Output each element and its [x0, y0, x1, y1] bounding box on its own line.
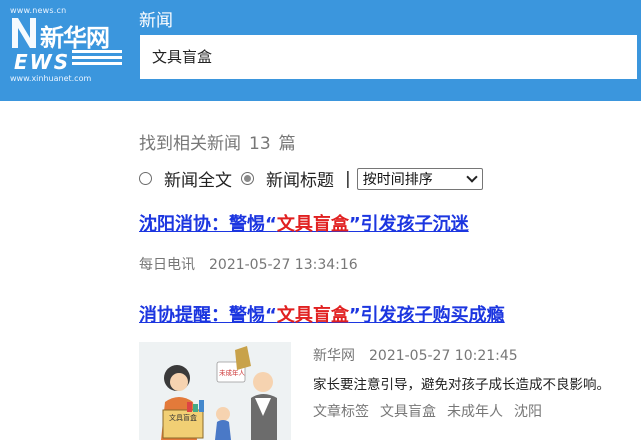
result-tags: 文章标签 文具盲盒 未成年人 沈阳	[313, 401, 610, 421]
result-date: 2021-05-27 10:21:45	[369, 348, 518, 364]
title-text: ”引发孩子购买成瘾	[348, 305, 505, 326]
filter-separator: |	[345, 168, 351, 189]
site-header: www.news.cn 新华网 EWS www.xinhuanet.com 新闻…	[0, 0, 641, 101]
logo-n-mark-icon	[12, 18, 36, 48]
logo-ews: EWS	[14, 50, 71, 74]
result-meta: 每日电讯 2021-05-27 13:34:16	[139, 254, 358, 274]
summary-suffix: 篇	[278, 134, 296, 154]
tag-link[interactable]: 文具盲盒	[380, 404, 436, 420]
logo-url-top: www.news.cn	[10, 6, 67, 15]
search-filters: 新闻全文 新闻标题 | 按时间排序	[139, 166, 483, 191]
logo-stripes-icon	[72, 50, 122, 65]
title-highlight: 文具盲盒	[276, 214, 349, 235]
result-source: 新华网	[313, 348, 355, 364]
search-input[interactable]: 文具盲盒	[140, 35, 637, 79]
radio-title[interactable]	[241, 172, 254, 185]
tag-link[interactable]: 沈阳	[514, 404, 542, 420]
summary-prefix: 找到相关新闻	[139, 134, 241, 154]
channel-title[interactable]: 新闻	[139, 6, 173, 31]
result-date: 2021-05-27 13:34:16	[209, 257, 358, 273]
xinhua-logo[interactable]: www.news.cn 新华网 EWS www.xinhuanet.com	[6, 6, 124, 88]
title-highlight: 文具盲盒	[276, 305, 349, 326]
logo-url-bottom: www.xinhuanet.com	[10, 74, 92, 83]
radio-fulltext-label[interactable]: 新闻全文	[164, 166, 232, 191]
cartoon-illustration: 文具盲盒 未成年人	[139, 342, 291, 440]
radio-title-label[interactable]: 新闻标题	[266, 166, 334, 191]
result-title-link[interactable]: 沈阳消协：警惕“文具盲盒”引发孩子沉迷	[139, 210, 469, 236]
result-summary: 找到相关新闻 13 篇	[139, 129, 296, 154]
title-text: ”引发孩子沉迷	[348, 214, 469, 235]
sort-selected-value: 按时间排序	[362, 171, 433, 188]
title-text: 沈阳消协：警惕“	[139, 214, 277, 235]
tags-label: 文章标签	[313, 404, 369, 420]
sort-select[interactable]: 按时间排序	[356, 167, 483, 190]
thumb-bubble-text: 未成年人	[219, 368, 246, 377]
result-description: 家长要注意引导，避免对孩子成长造成不良影响。	[313, 377, 610, 393]
result-source: 每日电讯	[139, 257, 195, 273]
result-info: 新华网 2021-05-27 10:21:45 家长要注意引导，避免对孩子成长造成…	[313, 345, 610, 421]
chevron-down-icon	[466, 170, 478, 183]
tag-link[interactable]: 未成年人	[447, 404, 503, 420]
result-thumbnail[interactable]: 文具盲盒 未成年人	[139, 342, 291, 440]
title-text: 消协提醒：警惕“	[139, 305, 277, 326]
result-title-link[interactable]: 消协提醒：警惕“文具盲盒”引发孩子购买成瘾	[139, 301, 505, 327]
thumb-box-text: 文具盲盒	[169, 413, 197, 422]
radio-fulltext[interactable]	[139, 172, 152, 185]
result-meta: 新华网 2021-05-27 10:21:45	[313, 345, 610, 365]
result-count: 13	[249, 134, 271, 154]
